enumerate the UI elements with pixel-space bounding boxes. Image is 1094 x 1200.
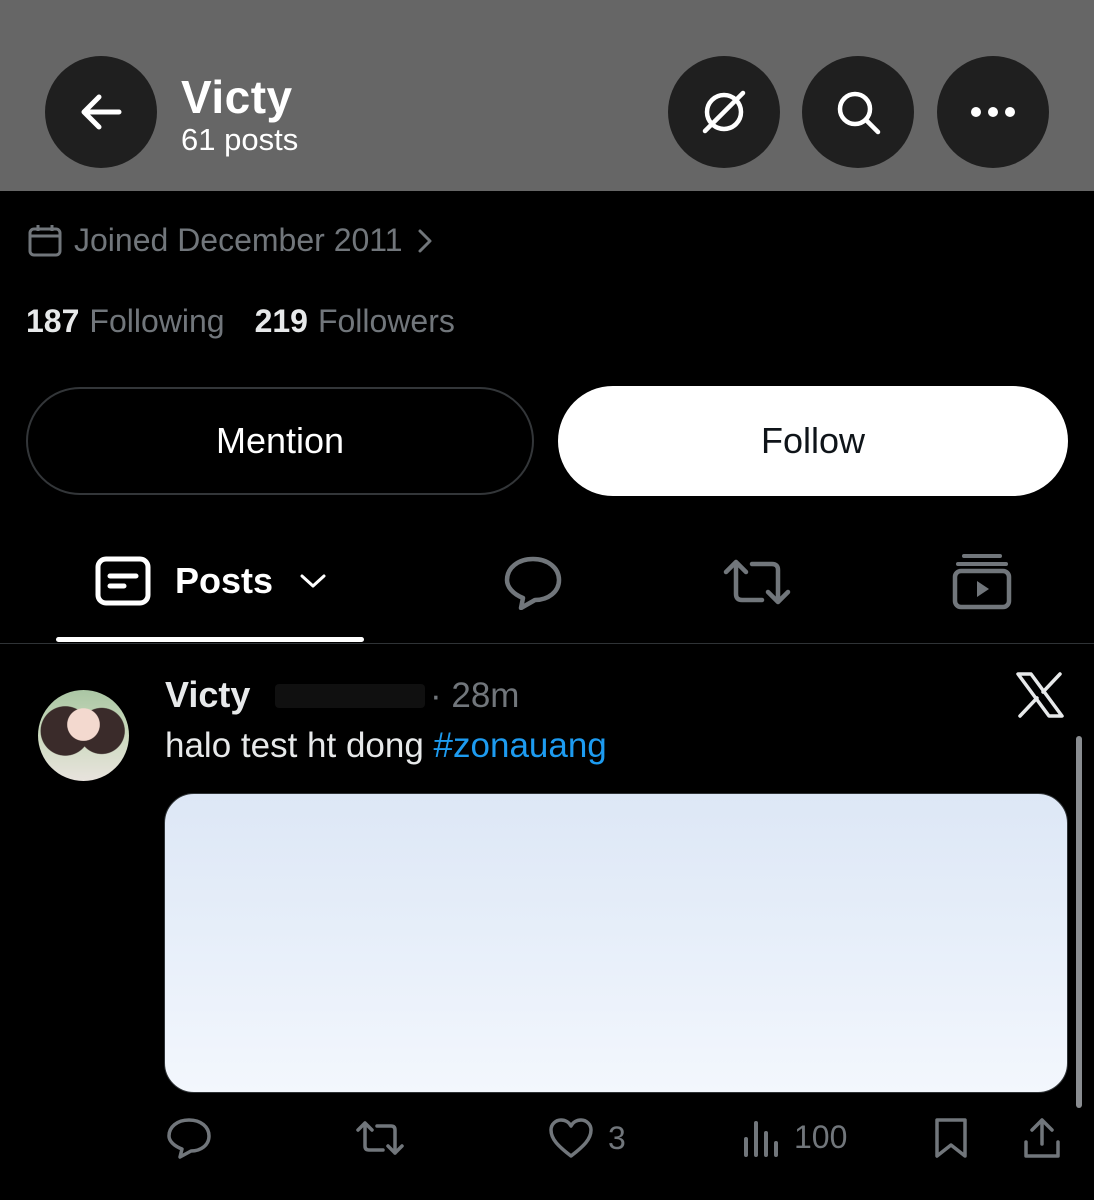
repost-icon <box>356 1121 404 1155</box>
active-tab-indicator <box>56 637 364 642</box>
search-button[interactable] <box>802 56 914 168</box>
post-count: 61 posts <box>181 122 299 157</box>
follow-stats: 187 Following 219 Followers <box>26 303 455 340</box>
more-button[interactable] <box>937 56 1049 168</box>
post-actions: 3 100 <box>0 1110 1094 1170</box>
profile-header: Victy 61 posts <box>0 0 1094 191</box>
like-button[interactable]: 3 <box>548 1117 626 1159</box>
chat-bubble-icon[interactable] <box>503 554 563 610</box>
share-button[interactable] <box>1022 1116 1062 1160</box>
reply-button[interactable] <box>166 1117 212 1159</box>
views-button[interactable]: 100 <box>742 1117 847 1157</box>
following-label: Following <box>89 303 225 339</box>
arrow-left-icon <box>81 94 122 130</box>
search-icon <box>837 91 881 135</box>
scrollbar[interactable] <box>1076 736 1082 1108</box>
redacted-handle <box>275 684 425 708</box>
post-media[interactable] <box>164 793 1068 1093</box>
following-link[interactable]: 187 Following <box>26 303 225 340</box>
bookmark-icon <box>935 1118 967 1158</box>
avatar[interactable] <box>38 690 129 781</box>
heart-icon <box>549 1118 593 1158</box>
grok-slash-icon <box>702 90 746 134</box>
post-body: halo test ht dong <box>165 726 434 765</box>
video-stack-icon[interactable] <box>952 552 1012 610</box>
hashtag-link[interactable]: #zonauang <box>434 726 607 765</box>
chevron-right-icon <box>418 229 431 252</box>
follow-button[interactable]: Follow <box>558 386 1068 496</box>
mention-button[interactable]: Mention <box>26 387 534 495</box>
tab-posts[interactable]: Posts <box>95 556 327 606</box>
x-logo-icon <box>1016 672 1064 718</box>
post-time: · 28m <box>430 676 520 715</box>
posts-icon <box>95 556 151 606</box>
like-count: 3 <box>608 1119 626 1156</box>
post-author[interactable]: Victy <box>165 674 250 716</box>
profile-name: Victy <box>181 71 293 123</box>
following-count: 187 <box>26 303 80 339</box>
repost-button[interactable] <box>355 1119 405 1157</box>
bookmark-button[interactable] <box>932 1117 970 1159</box>
calendar-icon <box>28 224 62 256</box>
reply-icon <box>167 1118 211 1159</box>
back-button[interactable] <box>45 56 157 168</box>
followers-link[interactable]: 219 Followers <box>255 303 455 340</box>
grok-button[interactable] <box>668 56 780 168</box>
chevron-down-icon <box>300 574 326 588</box>
repost-icon[interactable] <box>722 556 792 608</box>
analytics-icon <box>744 1121 778 1157</box>
tab-posts-label: Posts <box>175 560 274 601</box>
view-count: 100 <box>794 1118 848 1155</box>
share-icon <box>1024 1118 1060 1158</box>
more-horizontal-icon <box>971 107 1015 117</box>
joined-date[interactable]: Joined December 2011 <box>28 222 433 259</box>
joined-text: Joined December 2011 <box>74 222 403 258</box>
tabs-divider <box>0 643 1094 644</box>
post-text: halo test ht dong #zonauang <box>165 726 607 766</box>
profile-tabs: Posts <box>0 540 1094 644</box>
followers-label: Followers <box>317 303 455 339</box>
followers-count: 219 <box>254 303 308 339</box>
